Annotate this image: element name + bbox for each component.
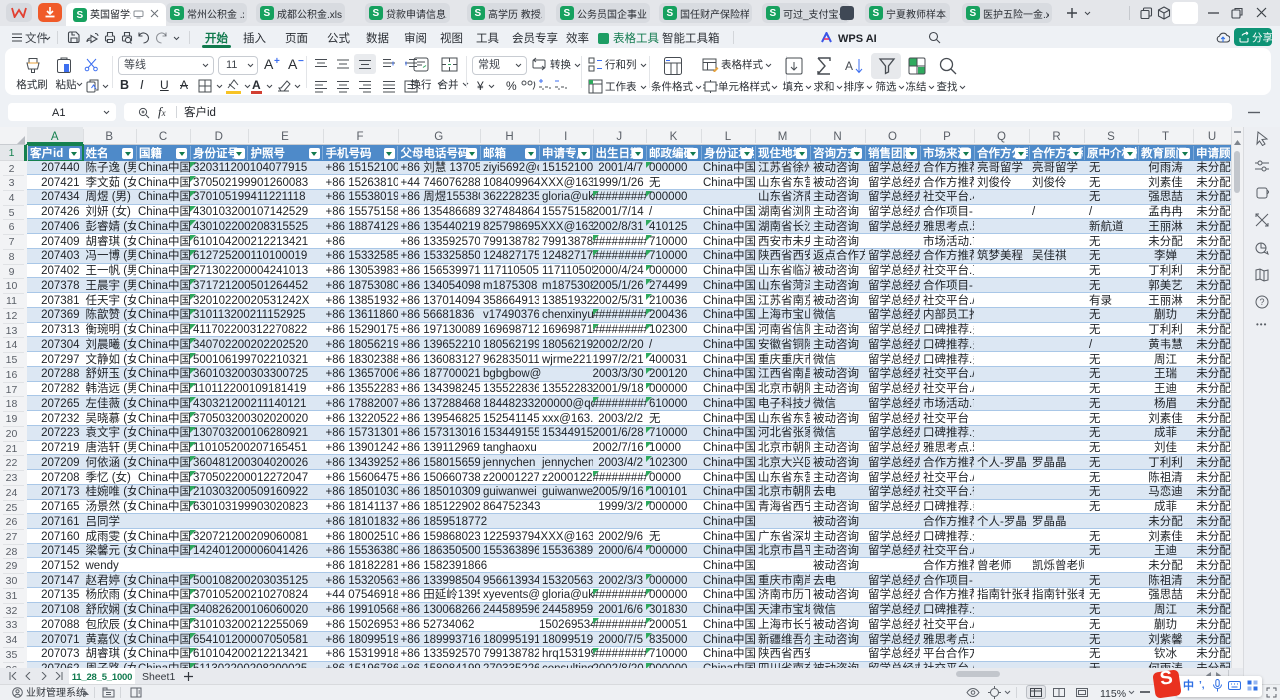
svg-text:A: A [845, 59, 853, 73]
svg-text:?: ? [1260, 297, 1265, 307]
